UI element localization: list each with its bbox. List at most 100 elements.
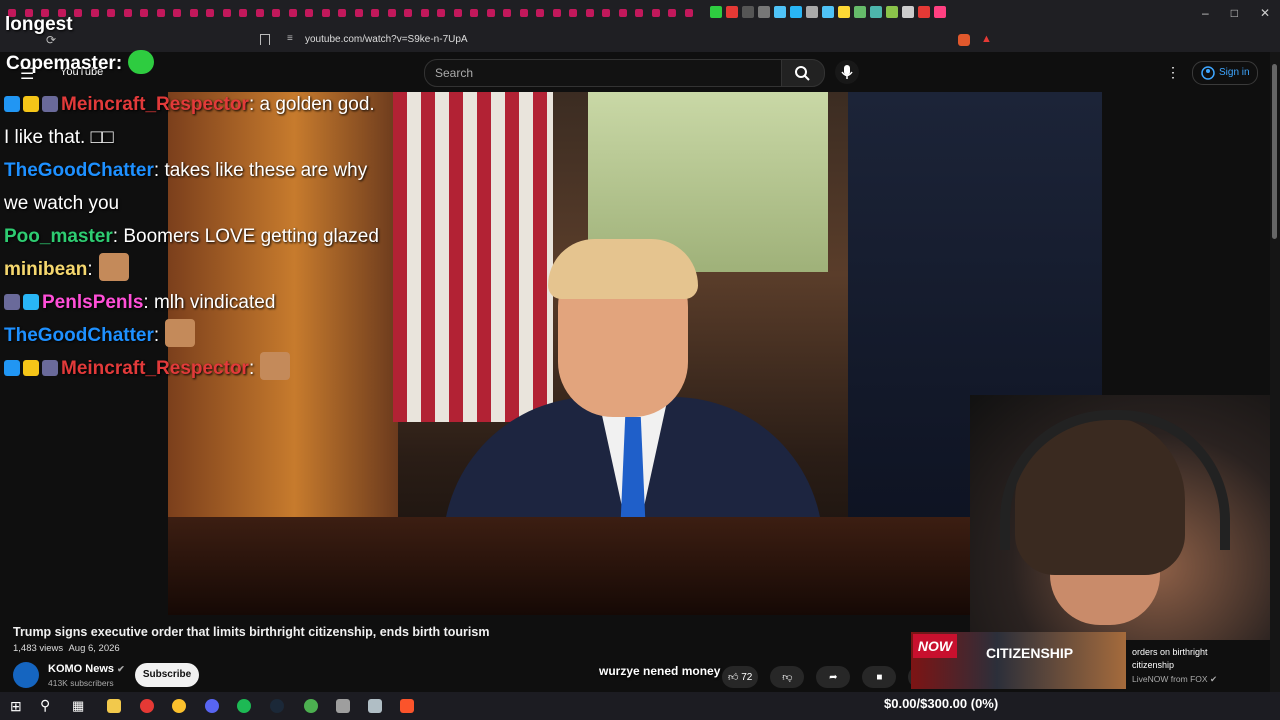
tab-favicon-icon[interactable]	[288, 9, 297, 17]
channel-name[interactable]: KOMO News ✔	[48, 663, 125, 675]
close-icon[interactable]: ✕	[1260, 6, 1270, 20]
tab-favicon-icon[interactable]	[503, 9, 511, 17]
discord-icon[interactable]	[205, 699, 219, 713]
bookmark-icon[interactable]	[260, 34, 270, 45]
tab-icon[interactable]	[806, 6, 818, 18]
tab-favicon-icon[interactable]	[156, 9, 165, 17]
tab-favicon-icon[interactable]	[569, 9, 577, 17]
tab-favicon-icon[interactable]	[651, 9, 660, 17]
tab-favicon-icon[interactable]	[668, 9, 676, 17]
tab-icon[interactable]	[902, 6, 914, 18]
tab-favicon-icon[interactable]	[602, 9, 610, 17]
chrome-icon[interactable]	[172, 699, 186, 713]
tab-icon[interactable]	[870, 6, 882, 18]
file-explorer-icon[interactable]	[107, 699, 121, 713]
brave-shield-icon[interactable]	[958, 34, 970, 46]
tab-favicon-icon[interactable]	[387, 9, 396, 17]
tab-favicon-icon[interactable]	[255, 9, 264, 17]
dislike-button[interactable]: 👎︎	[770, 666, 805, 688]
tab-favicon-icon[interactable]	[585, 9, 594, 17]
tab-icon[interactable]	[854, 6, 866, 18]
app-icon[interactable]	[368, 699, 382, 713]
maximize-icon[interactable]: □	[1231, 6, 1238, 20]
windows-start-icon[interactable]: ⊞	[10, 698, 22, 715]
brave-rewards-icon[interactable]: ▲	[981, 33, 992, 45]
tab-icon[interactable]	[758, 6, 770, 18]
tab-favicon-icon[interactable]	[618, 9, 627, 17]
tab-icon[interactable]	[934, 6, 946, 18]
page-scrollbar[interactable]	[1270, 52, 1280, 692]
browser-tab-strip[interactable]: – □ ✕	[0, 0, 1280, 28]
tab-favicon-icon[interactable]	[684, 9, 693, 17]
chat-username[interactable]: PenlsPenls	[42, 292, 143, 313]
chat-username[interactable]: Meincraft_Respector	[61, 358, 249, 379]
tab-favicon-icon[interactable]	[552, 9, 561, 17]
tab-favicon-icon[interactable]	[470, 9, 478, 17]
tab-icon[interactable]	[710, 6, 722, 18]
tab-favicon-icon[interactable]	[189, 9, 198, 17]
search-button[interactable]	[781, 59, 825, 87]
app-icon[interactable]	[140, 699, 154, 713]
more-options-icon[interactable]: ⋮	[1166, 64, 1180, 81]
minimize-icon[interactable]: –	[1202, 6, 1209, 20]
voice-search-button[interactable]	[835, 60, 859, 84]
chat-username[interactable]: Meincraft_Respector	[61, 94, 249, 115]
chat-username[interactable]: minibean	[4, 259, 87, 280]
tab-favicon-icon[interactable]	[305, 9, 313, 17]
tab-icon[interactable]	[886, 6, 898, 18]
chat-badge-icon	[4, 96, 20, 112]
search-icon[interactable]: ⚲	[40, 697, 50, 714]
chat-username[interactable]: TheGoodChatter	[4, 160, 154, 181]
channel-avatar[interactable]	[13, 662, 39, 688]
tab-favicon-icon[interactable]	[206, 9, 214, 17]
tab-favicon-icon[interactable]	[453, 9, 462, 17]
chat-username[interactable]: Poo_master	[4, 226, 113, 247]
brave-browser-icon[interactable]	[400, 699, 414, 713]
task-view-icon[interactable]: ▦	[72, 698, 84, 714]
tab-favicon-icon[interactable]	[437, 9, 445, 17]
tab-icon[interactable]	[790, 6, 802, 18]
tab-favicon-icon[interactable]	[338, 9, 346, 17]
pinned-tab-icons[interactable]	[710, 6, 946, 18]
sign-in-button[interactable]: Sign in	[1192, 61, 1258, 85]
app-icon[interactable]	[336, 699, 350, 713]
share-button[interactable]: ➦	[816, 666, 851, 688]
scrollbar-thumb[interactable]	[1272, 64, 1277, 239]
like-button[interactable]: 👍︎ 72	[722, 666, 759, 688]
tab-favicon-icon[interactable]	[519, 9, 528, 17]
tab-favicon-icon[interactable]	[354, 9, 363, 17]
xbox-icon[interactable]	[304, 699, 318, 713]
save-button[interactable]: ■	[862, 666, 897, 688]
url-text[interactable]: youtube.com/watch?v=S9ke-n-7UpA	[305, 34, 468, 45]
tab-icon[interactable]	[774, 6, 786, 18]
tab-favicon-icon[interactable]	[486, 9, 495, 17]
tab-favicon-icon[interactable]	[74, 9, 82, 17]
tab-favicon-icon[interactable]	[239, 9, 247, 17]
tab-icon[interactable]	[726, 6, 738, 18]
tab-favicon-icon[interactable]	[272, 9, 280, 17]
tab-favicon-icon[interactable]	[404, 9, 412, 17]
tab-favicon-icon[interactable]	[635, 9, 643, 17]
search-input[interactable]: Search	[424, 59, 782, 87]
tab-favicon-icon[interactable]	[173, 9, 181, 17]
tab-icon[interactable]	[742, 6, 754, 18]
tab-favicon-icon[interactable]	[321, 9, 330, 17]
tab-favicon-icon[interactable]	[222, 9, 231, 17]
tab-favicon-icon[interactable]	[420, 9, 429, 17]
tab-icon[interactable]	[918, 6, 930, 18]
tab-icon[interactable]	[838, 6, 850, 18]
tab-favicon-icon[interactable]	[536, 9, 544, 17]
chat-username[interactable]: TheGoodChatter	[4, 325, 154, 346]
spotify-icon[interactable]	[237, 699, 251, 713]
tab-favicon-icon[interactable]	[371, 9, 379, 17]
steam-icon[interactable]	[270, 699, 284, 713]
tab-favicon-icon[interactable]	[140, 9, 148, 17]
tab-favicon-icon[interactable]	[90, 9, 99, 17]
subscribe-button[interactable]: Subscribe	[135, 663, 199, 687]
recommended-channel[interactable]: LiveNOW from FOX ✔	[1132, 674, 1217, 685]
tab-favicon-icon[interactable]	[107, 9, 115, 17]
recommended-title[interactable]: orders on birthright citizenship	[1132, 646, 1252, 672]
site-info-icon[interactable]: ≡	[287, 33, 293, 44]
tab-favicon-icon[interactable]	[123, 9, 132, 17]
tab-icon[interactable]	[822, 6, 834, 18]
